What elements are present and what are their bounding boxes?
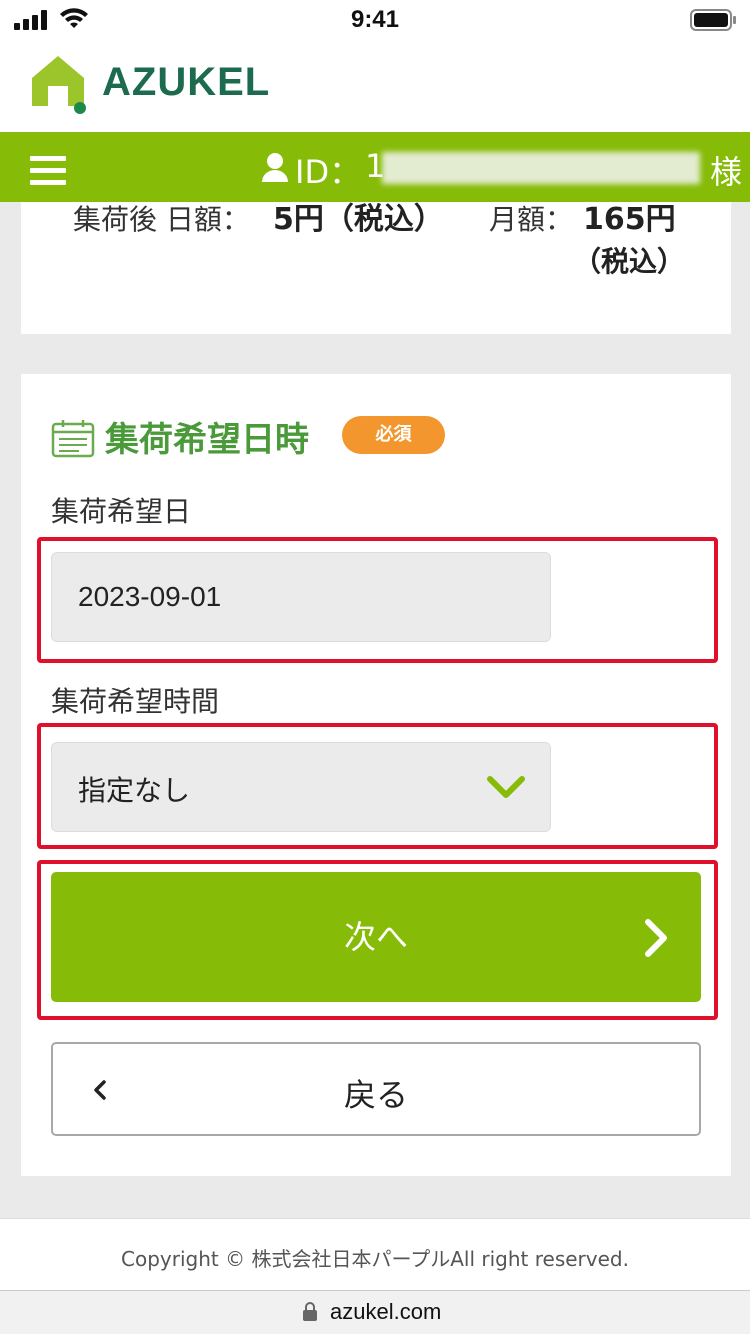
section-title: 集荷希望日時 [105, 420, 309, 460]
status-time: 9:41 [350, 6, 400, 33]
next-button-label: 次へ [343, 918, 408, 956]
pickup-time-label: 集荷希望時間 [51, 685, 220, 718]
back-button-label: 戻る [343, 1076, 408, 1114]
user-id-redaction [382, 152, 700, 184]
chevron-down-icon [487, 776, 525, 798]
fee-daily-label: 集荷後 日額： [73, 203, 250, 236]
user-icon [262, 153, 288, 182]
next-button[interactable]: 次へ [51, 872, 701, 1002]
honorific: 様 [710, 153, 743, 191]
pickup-time-value: 指定なし [78, 774, 191, 807]
user-id-label: ID： [295, 153, 362, 191]
copyright-text: Copyright © 株式会社日本パープルAll right reserved… [121, 1247, 629, 1271]
browser-url-bar[interactable]: azukel.com [0, 1290, 750, 1334]
back-button[interactable]: 戻る [51, 1042, 701, 1136]
footer: Copyright © 株式会社日本パープルAll right reserved… [0, 1218, 750, 1290]
lock-icon [303, 1302, 317, 1321]
hamburger-menu-icon[interactable] [30, 156, 66, 186]
battery-icon [690, 9, 736, 31]
fee-card: 集荷後 日額： 5円（税込） 月額： 165円 （税込） [21, 202, 731, 334]
nav-bar: ID： 1 様 [0, 132, 750, 202]
pickup-time-select[interactable]: 指定なし [51, 742, 551, 832]
chevron-right-icon [645, 919, 667, 957]
url-text[interactable]: azukel.com [330, 1299, 441, 1325]
required-badge: 必須 [342, 416, 445, 454]
pickup-date-input[interactable]: 2023-09-01 [51, 552, 551, 642]
pickup-card: 集荷希望日時 必須 集荷希望日 2023-09-01 集荷希望時間 指定なし 次… [21, 374, 731, 1176]
fee-monthly-label: 月額： [489, 203, 574, 236]
logo-text[interactable]: AZUKEL [102, 60, 270, 105]
house-logo-icon[interactable] [28, 50, 92, 114]
status-bar: 9:41 [0, 0, 750, 42]
logo-header: AZUKEL [0, 42, 750, 132]
fee-monthly-tax: （税込） [573, 245, 686, 278]
calendar-icon [51, 420, 95, 458]
fee-monthly-value: 165円 [583, 202, 676, 237]
fee-daily-value: 5円（税込） [273, 202, 444, 237]
pickup-date-label: 集荷希望日 [51, 495, 192, 528]
